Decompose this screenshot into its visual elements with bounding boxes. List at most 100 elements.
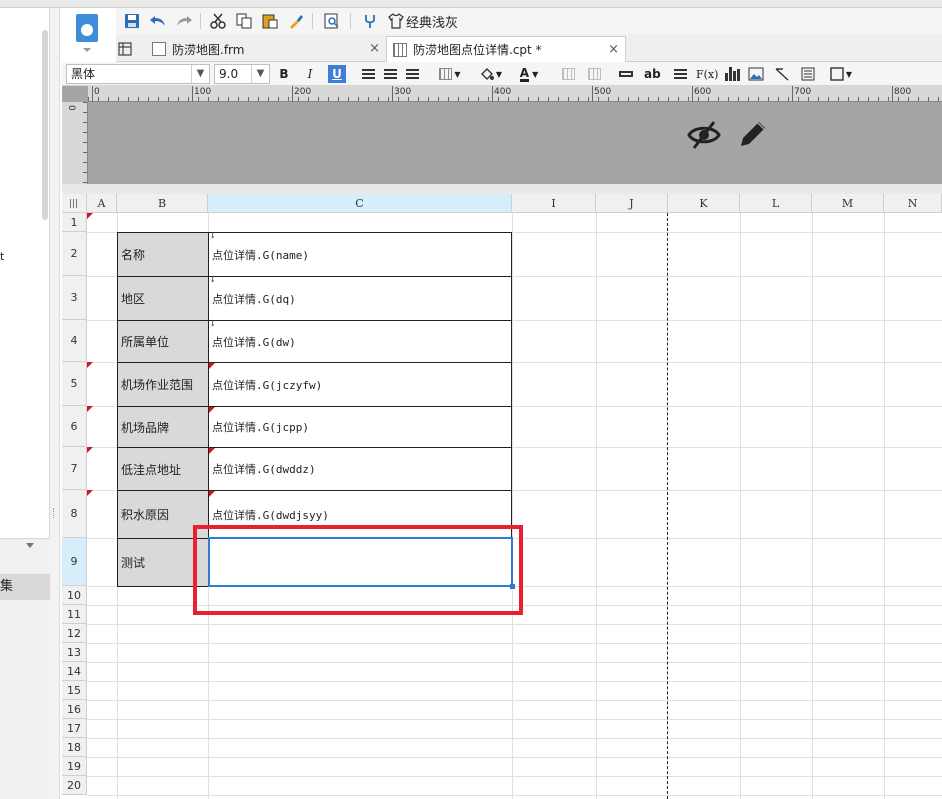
copy-icon[interactable] — [234, 11, 254, 31]
row-header[interactable]: 10 — [62, 586, 87, 605]
tab-cpt[interactable]: 防涝地图点位详情.cpt * × — [386, 36, 626, 62]
column-header[interactable]: A — [87, 194, 117, 213]
row-header[interactable]: 3 — [62, 276, 87, 320]
theme-button[interactable]: 经典浅灰 — [388, 11, 458, 31]
paste-icon[interactable] — [260, 11, 280, 31]
expand-down-icon: ↓ — [210, 231, 216, 241]
column-header[interactable]: I — [512, 194, 596, 213]
formula-button[interactable]: F(x) — [696, 65, 718, 83]
expand-down-icon: ↓ — [210, 275, 216, 285]
label-cell[interactable]: 名称 — [117, 232, 209, 277]
value-cell[interactable]: ↓ 点位详情.G(dq) — [208, 275, 512, 321]
value-cell[interactable]: 点位详情.G(dwddz) — [208, 447, 512, 491]
undo-icon[interactable] — [148, 11, 168, 31]
cut-icon[interactable] — [208, 11, 228, 31]
row-header[interactable]: 2 — [62, 232, 87, 276]
eye-hidden-icon[interactable] — [686, 117, 722, 153]
border-icon[interactable]: ▼ — [826, 65, 856, 83]
split-cells-icon[interactable] — [586, 65, 602, 83]
row-header[interactable]: 8 — [62, 490, 87, 538]
insert-row-icon[interactable] — [618, 65, 634, 83]
label-cell[interactable]: 机场品牌 — [117, 406, 209, 448]
redo-icon[interactable] — [174, 11, 194, 31]
slash-cell-icon[interactable] — [774, 65, 790, 83]
underline-button[interactable]: U — [328, 65, 346, 83]
bold-button[interactable]: B — [276, 65, 292, 83]
multiline-text-icon[interactable] — [672, 65, 688, 83]
row-header[interactable]: 17 — [62, 719, 87, 738]
grid-line — [87, 662, 942, 663]
row-header[interactable]: 11 — [62, 605, 87, 624]
subreport-icon[interactable] — [800, 65, 816, 83]
font-size-select[interactable]: 9.0 ▼ — [214, 64, 270, 84]
grid-corner-icon — [69, 198, 79, 208]
splitter-grip-icon[interactable] — [53, 508, 55, 518]
value-cell[interactable]: ↓ 点位详情.G(name) — [208, 231, 512, 277]
text-cell-button[interactable]: ab — [644, 65, 661, 83]
row-header[interactable]: 1 — [62, 213, 87, 232]
row-header[interactable]: 13 — [62, 643, 87, 662]
column-header[interactable]: K — [668, 194, 740, 213]
column-header[interactable]: C — [208, 194, 512, 213]
column-header[interactable]: B — [117, 194, 208, 213]
plugin-icon[interactable] — [360, 11, 380, 31]
row-header[interactable]: 16 — [62, 700, 87, 719]
column-header[interactable]: L — [740, 194, 812, 213]
fill-color-icon[interactable]: ▼ — [476, 65, 506, 83]
row-header[interactable]: 12 — [62, 624, 87, 643]
close-icon[interactable]: × — [369, 41, 380, 56]
cell-formula: 点位详情.G(dwdjsyy) — [212, 508, 329, 522]
row-header[interactable]: 6 — [62, 406, 87, 447]
row-header[interactable]: 5 — [62, 362, 87, 406]
cell-formula: 点位详情.G(jczyfw) — [212, 378, 323, 392]
row-header[interactable]: 14 — [62, 662, 87, 681]
save-icon[interactable] — [122, 11, 142, 31]
format-painter-icon[interactable] — [286, 11, 306, 31]
left-panel-label: t — [0, 250, 5, 263]
row-header[interactable]: 7 — [62, 447, 87, 490]
value-cell[interactable]: 点位详情.G(jczyfw) — [208, 362, 512, 407]
expand-down-icon: ↓ — [210, 319, 216, 329]
row-header[interactable]: 19 — [62, 757, 87, 776]
label-cell[interactable]: 所属单位 — [117, 320, 209, 363]
chevron-down-icon[interactable]: ▼ — [251, 65, 269, 83]
preview-icon[interactable] — [322, 11, 342, 31]
row-header[interactable]: 4 — [62, 320, 87, 362]
pencil-icon[interactable] — [736, 117, 770, 151]
label-cell[interactable]: 机场作业范围 — [117, 362, 209, 407]
border-style-icon[interactable]: ▼ — [436, 65, 464, 83]
label-cell[interactable]: 低洼点地址 — [117, 447, 209, 491]
align-center-icon[interactable] — [382, 65, 398, 83]
template-menu-button[interactable] — [66, 10, 110, 58]
image-icon[interactable] — [748, 65, 764, 83]
dataset-tab[interactable]: 集 — [0, 574, 50, 600]
row-header[interactable]: 15 — [62, 681, 87, 700]
align-right-icon[interactable] — [404, 65, 420, 83]
ruler-mark: 300 — [394, 87, 412, 97]
value-cell[interactable]: ↓ 点位详情.G(dw) — [208, 319, 512, 363]
column-header[interactable]: N — [884, 194, 942, 213]
chevron-down-icon[interactable] — [26, 543, 34, 548]
panel-splitter[interactable] — [50, 8, 60, 799]
label-cell[interactable]: 地区 — [117, 276, 209, 321]
row-header[interactable]: 9 — [62, 538, 87, 586]
tab-frm[interactable]: 防涝地图.frm × — [146, 36, 386, 62]
grid-line — [87, 738, 942, 739]
chart-icon[interactable] — [724, 65, 740, 83]
close-icon[interactable]: × — [608, 42, 619, 57]
tab-list-icon[interactable] — [116, 36, 136, 62]
row-header[interactable]: 18 — [62, 738, 87, 757]
cell-formula: 点位详情.G(dq) — [212, 292, 296, 306]
merge-cells-icon[interactable] — [560, 65, 576, 83]
font-color-icon[interactable]: A ▼ — [514, 65, 544, 83]
column-header[interactable]: J — [596, 194, 668, 213]
select-all-corner[interactable] — [62, 194, 87, 213]
align-left-icon[interactable] — [360, 65, 376, 83]
row-header[interactable]: 20 — [62, 776, 87, 795]
font-family-select[interactable]: 黑体 ▼ — [66, 64, 210, 84]
value-cell[interactable]: 点位详情.G(jcpp) — [208, 406, 512, 448]
left-panel-scrollbar[interactable] — [42, 30, 48, 220]
chevron-down-icon[interactable]: ▼ — [191, 65, 209, 83]
italic-button[interactable]: I — [302, 65, 318, 83]
column-header[interactable]: M — [812, 194, 884, 213]
